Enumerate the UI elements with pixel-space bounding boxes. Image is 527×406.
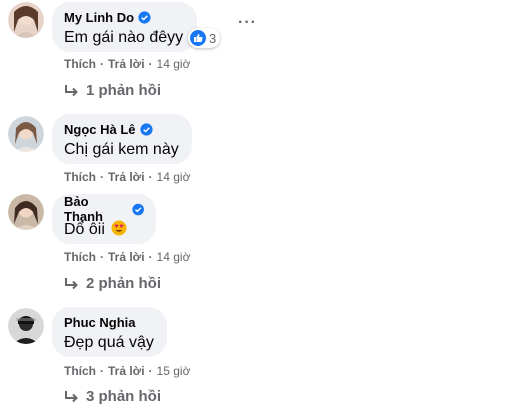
verified-badge-icon <box>138 10 151 24</box>
comment-phuc-nghia: Phuc Nghia Đẹp quá vậy Thích · Trả lời ·… <box>0 306 527 406</box>
comment-bubble: Phuc Nghia Đẹp quá vậy <box>52 307 167 357</box>
comment-text: Em gái nào đêyy <box>64 29 184 46</box>
reply-arrow-icon <box>65 277 78 289</box>
comment-actions: Thích · Trả lời · 14 giờ <box>64 170 191 184</box>
more-options-icon[interactable]: ··· <box>238 14 257 32</box>
verified-badge-icon <box>139 122 153 136</box>
comment-bubble: Ngọc Hà Lê Chị gái kem này <box>52 114 192 164</box>
reaction-summary[interactable]: 3 <box>188 28 221 48</box>
comment-text: Chị gái kem này <box>64 141 179 158</box>
author-name[interactable]: My Linh Do <box>64 10 134 25</box>
view-replies-link[interactable]: 1 phản hồi <box>64 82 161 99</box>
like-reaction-icon <box>190 30 206 46</box>
heart-eyes-emoji-icon <box>111 220 127 236</box>
timestamp[interactable]: 14 giờ <box>157 57 191 71</box>
reply-button[interactable]: Trả lời <box>108 57 145 71</box>
comment-bubble: Bảo Thanh Dổ ôii <box>52 194 156 244</box>
timestamp[interactable]: 14 giờ <box>157 250 191 264</box>
comment-actions: Thích · Trả lời · 14 giờ <box>64 250 191 264</box>
like-button[interactable]: Thích <box>64 250 96 264</box>
replies-count: 3 phản hồi <box>86 388 161 405</box>
author-name[interactable]: Ngọc Hà Lê <box>64 122 136 137</box>
avatar[interactable] <box>8 2 44 38</box>
reply-button[interactable]: Trả lời <box>108 170 145 184</box>
comment-bubble: My Linh Do Em gái nào đêyy <box>52 2 197 52</box>
comment-text-body: Dổ ôii <box>64 221 105 238</box>
comment-actions: Thích · Trả lời · 15 giờ <box>64 364 191 378</box>
comment-text: Dổ ôii <box>64 220 144 240</box>
comment-bao-thanh: Bảo Thanh Dổ ôii Thích · Trả lời · 14 gi… <box>0 190 527 292</box>
avatar[interactable] <box>8 116 44 152</box>
like-button[interactable]: Thích <box>64 364 96 378</box>
view-replies-link[interactable]: 2 phản hồi <box>64 275 161 292</box>
reply-arrow-icon <box>65 390 78 402</box>
reply-arrow-icon <box>65 84 78 96</box>
replies-count: 2 phản hồi <box>86 275 161 292</box>
comment-my-linh-do: My Linh Do Em gái nào đêyy 3 ··· Thích ·… <box>0 0 527 100</box>
comment-text: Đẹp quá vậy <box>64 334 154 351</box>
view-replies-link[interactable]: 3 phản hồi <box>64 388 161 405</box>
verified-badge-icon <box>132 203 144 215</box>
avatar[interactable] <box>8 194 44 230</box>
avatar[interactable] <box>8 308 44 344</box>
timestamp[interactable]: 14 giờ <box>157 170 191 184</box>
reaction-count: 3 <box>209 30 217 46</box>
author-name[interactable]: Phuc Nghia <box>64 315 136 330</box>
comment-actions: Thích · Trả lời · 14 giờ <box>64 57 191 71</box>
timestamp[interactable]: 15 giờ <box>157 364 191 378</box>
reply-button[interactable]: Trả lời <box>108 364 145 378</box>
reply-button[interactable]: Trả lời <box>108 250 145 264</box>
like-button[interactable]: Thích <box>64 57 96 71</box>
like-button[interactable]: Thích <box>64 170 96 184</box>
replies-count: 1 phản hồi <box>86 82 161 99</box>
